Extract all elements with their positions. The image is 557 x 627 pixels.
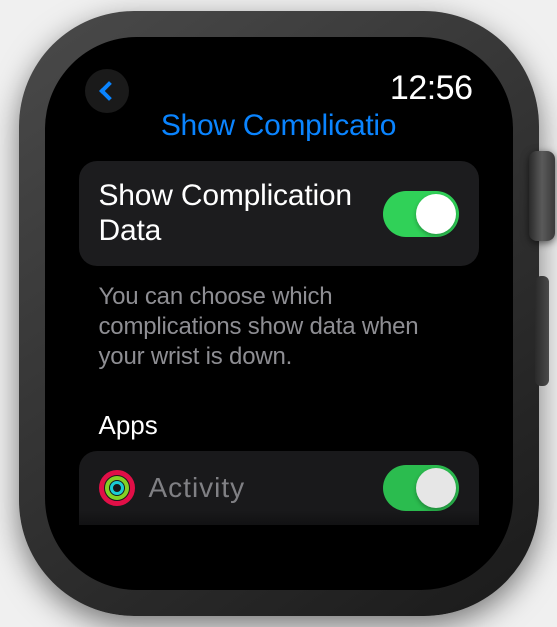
toggle-knob (416, 194, 456, 234)
watch-case: 12:56 Show Complicatio Show Complication… (19, 11, 539, 616)
content-area: Show Complication Data You can choose wh… (77, 161, 481, 525)
time-display: 12:56 (390, 69, 473, 108)
back-button[interactable] (85, 69, 129, 113)
watch-bezel: 12:56 Show Complicatio Show Complication… (45, 37, 513, 590)
show-complication-toggle[interactable] (383, 191, 459, 237)
show-complication-row[interactable]: Show Complication Data (79, 161, 479, 266)
activity-toggle[interactable] (383, 465, 459, 511)
app-row-activity[interactable]: Activity (79, 451, 479, 525)
app-name-label: Activity (149, 472, 246, 504)
status-bar: 12:56 (77, 65, 481, 113)
app-row-left: Activity (99, 470, 246, 506)
digital-crown[interactable] (529, 151, 555, 241)
setting-label: Show Complication Data (99, 179, 367, 248)
activity-rings-icon (99, 470, 135, 506)
watch-screen: 12:56 Show Complicatio Show Complication… (55, 57, 503, 570)
chevron-left-icon (99, 81, 119, 101)
toggle-knob (416, 468, 456, 508)
page-title: Show Complicatio (77, 109, 481, 143)
apps-section-header: Apps (79, 372, 479, 451)
help-text: You can choose which complications show … (79, 266, 479, 372)
side-button[interactable] (535, 276, 549, 386)
